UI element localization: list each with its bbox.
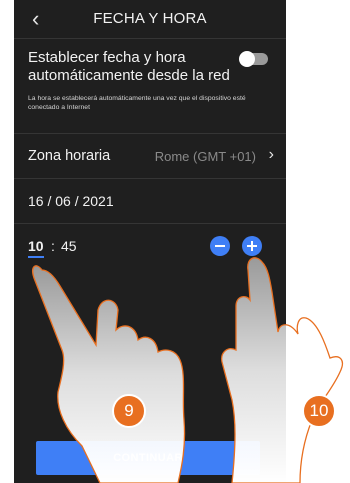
timezone-value: Rome (GMT +01) — [154, 149, 256, 164]
callout-badge-9: 9 — [112, 394, 146, 428]
decrement-button[interactable] — [210, 236, 230, 256]
minus-icon — [215, 245, 225, 247]
page-title: FECHA Y HORA — [93, 10, 207, 27]
timezone-label: Zona horaria — [28, 148, 111, 164]
increment-button[interactable] — [242, 236, 262, 256]
date-value: 16 / 06 / 2021 — [28, 193, 114, 209]
timezone-row[interactable]: Zona horaria Rome (GMT +01) › — [14, 133, 286, 178]
callout-badge-10: 10 — [302, 394, 336, 428]
continue-button[interactable]: CONTINUAR — [36, 441, 260, 475]
auto-time-row: Establecer fecha y hora automáticamente … — [14, 38, 286, 133]
auto-time-note: La hora se establecerá automáticamente u… — [28, 95, 246, 111]
header: ‹ FECHA Y HORA — [14, 0, 286, 38]
time-row: 10 : 45 — [14, 223, 286, 272]
date-row[interactable]: 16 / 06 / 2021 — [14, 178, 286, 223]
device-screen: ‹ FECHA Y HORA Establecer fecha y hora a… — [14, 0, 286, 483]
hour-field[interactable]: 10 — [28, 238, 44, 258]
toggle-knob — [239, 51, 255, 67]
time-separator: : — [51, 238, 55, 254]
chevron-right-icon: › — [268, 146, 274, 163]
minute-field[interactable]: 45 — [61, 238, 77, 254]
auto-time-label: Establecer fecha y hora automáticamente … — [28, 49, 230, 84]
auto-time-toggle[interactable] — [239, 51, 268, 67]
